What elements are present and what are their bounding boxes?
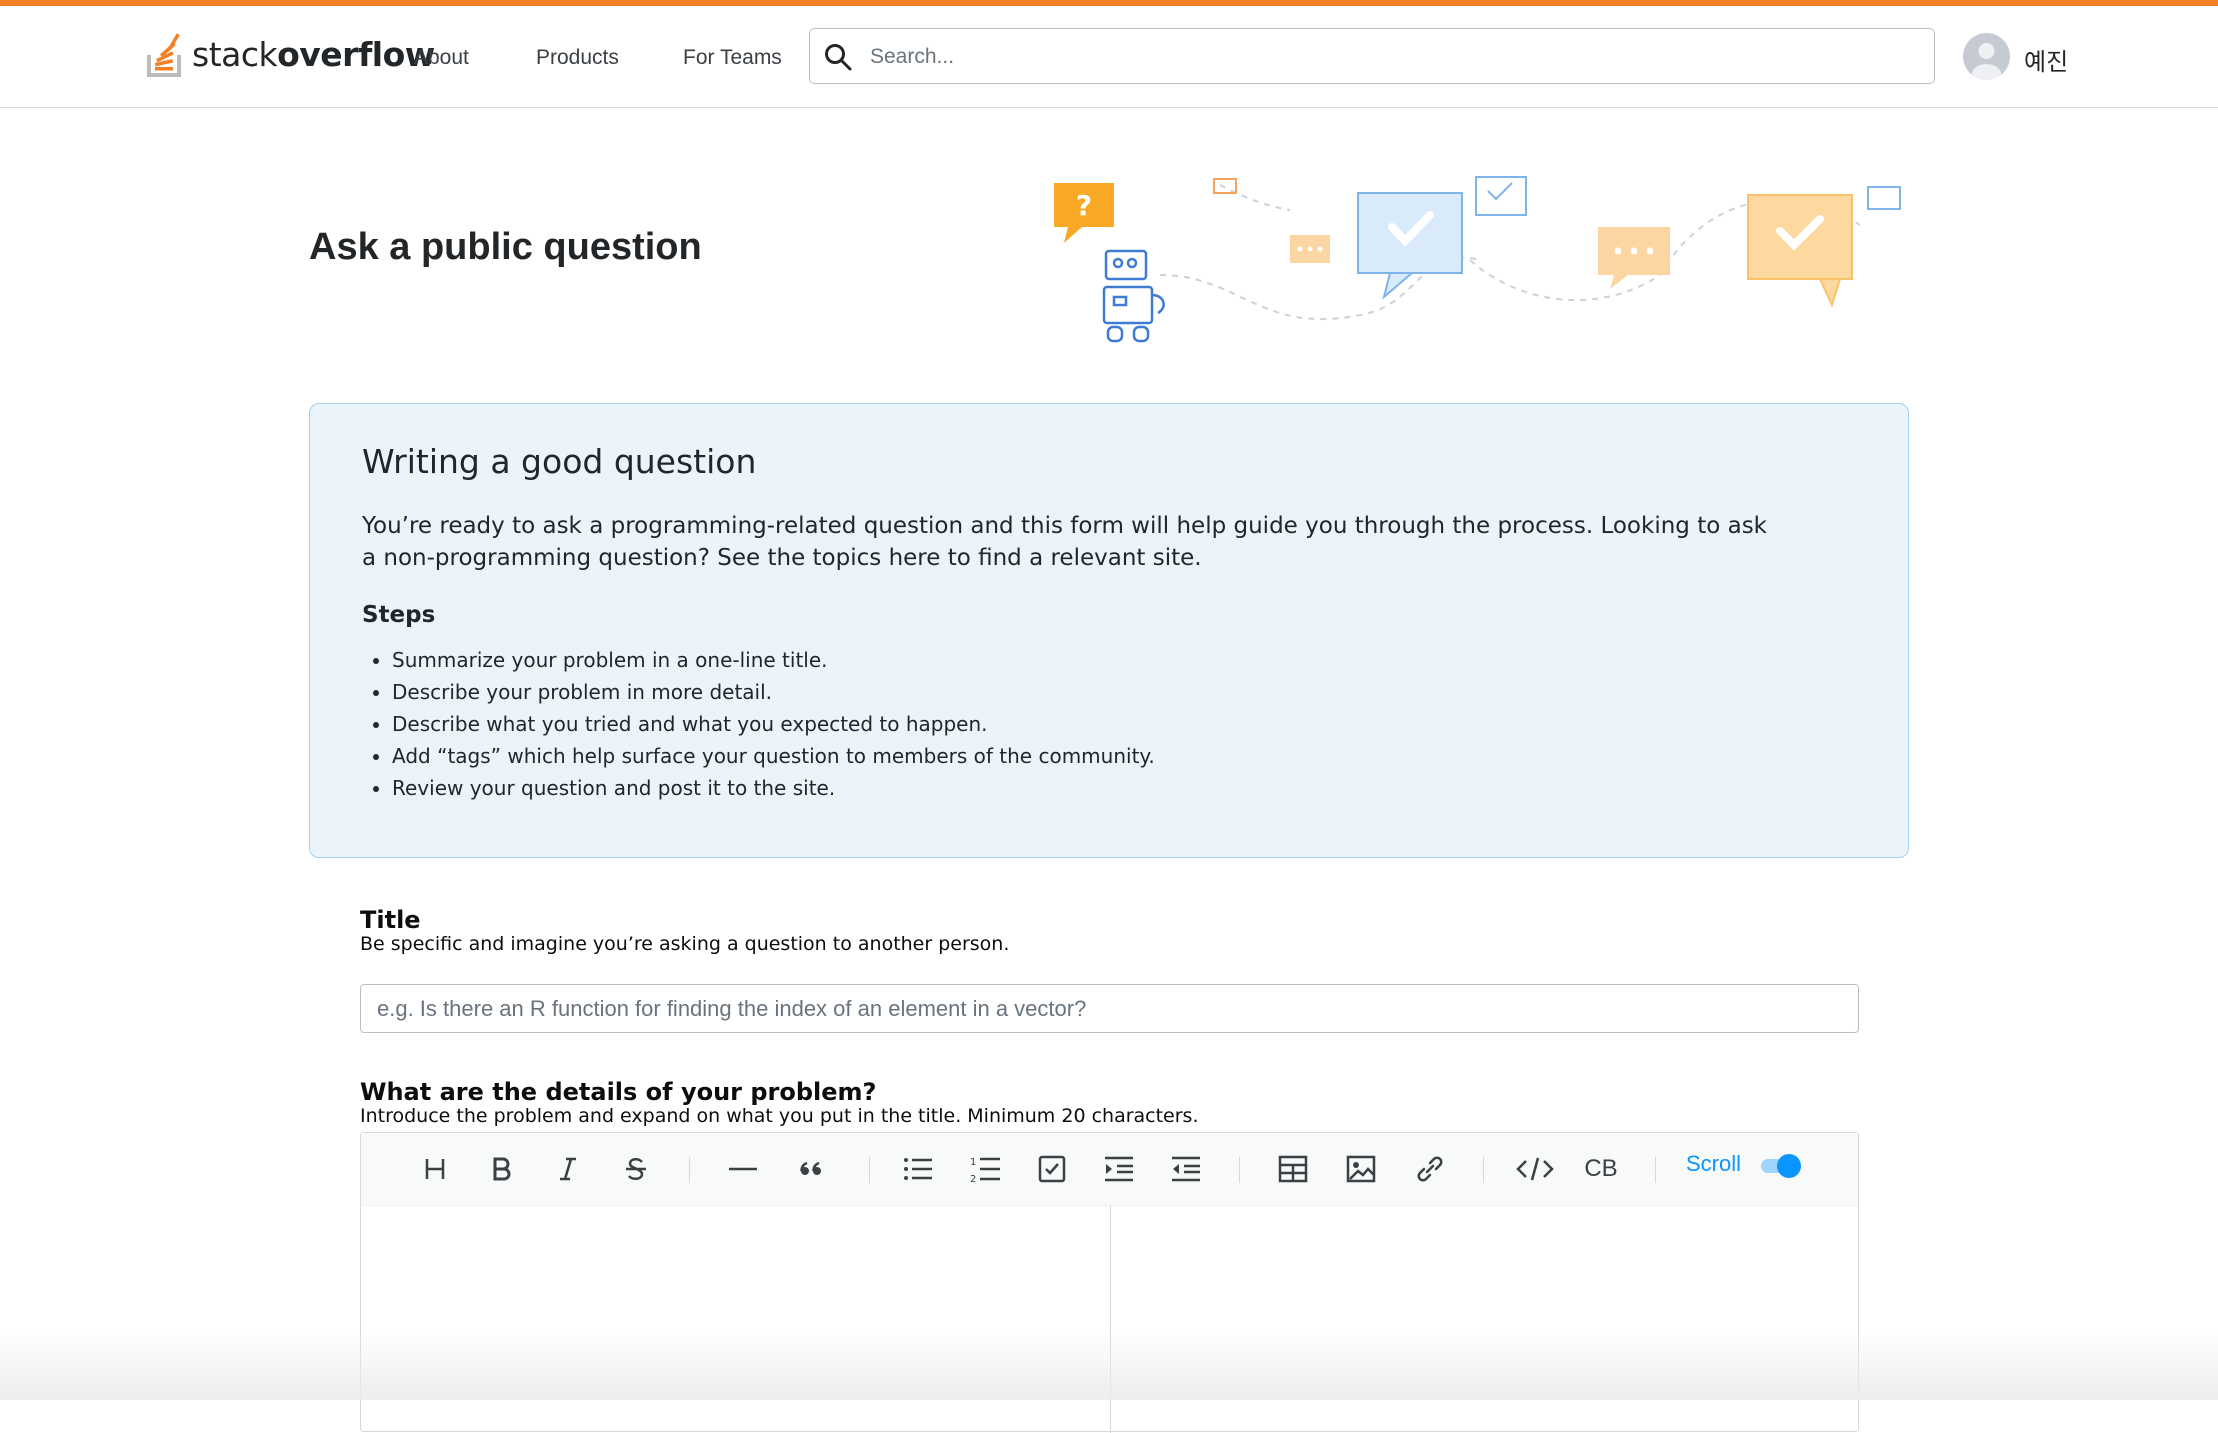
italic-icon	[560, 1157, 576, 1181]
step-item: Summarize your problem in a one-line tit…	[392, 644, 1155, 676]
indent-button[interactable]	[1099, 1149, 1139, 1189]
robot-icon	[1102, 249, 1165, 343]
search-icon	[825, 44, 852, 71]
notice-body: You’re ready to ask a programming-relate…	[362, 513, 1767, 571]
italic-button[interactable]	[548, 1149, 588, 1189]
editor-toolbar: 12 CB Scroll	[361, 1133, 1858, 1206]
code-block-button[interactable]: CB	[1581, 1149, 1621, 1189]
outdent-button[interactable]	[1166, 1149, 1206, 1189]
horizontal-rule-button[interactable]	[723, 1149, 763, 1189]
username[interactable]: 예진	[2024, 42, 2068, 77]
indent-icon	[1105, 1156, 1133, 1182]
toolbar-divider	[1483, 1157, 1484, 1183]
svg-text:1: 1	[970, 1157, 976, 1168]
image-icon	[1346, 1155, 1376, 1183]
toolbar-divider	[1655, 1157, 1656, 1183]
details-label: What are the details of your problem?	[360, 1078, 877, 1106]
svg-text:2: 2	[970, 1174, 976, 1184]
hero-illustration: ?	[1054, 176, 1901, 343]
outdent-icon	[1172, 1156, 1200, 1182]
notice-heading: Writing a good question	[362, 442, 757, 481]
avatar[interactable]	[1963, 33, 2010, 80]
table-button[interactable]	[1273, 1149, 1313, 1189]
page-title: Ask a public question	[309, 226, 702, 268]
bold-icon	[493, 1157, 511, 1181]
steps-heading: Steps	[362, 602, 436, 628]
logo-text-light: stack	[192, 34, 278, 74]
code-block-icon: CB	[1584, 1155, 1618, 1182]
top-navbar: stackoverflow About Products For Teams 예…	[0, 6, 2218, 108]
ellipsis-bubble-outline-icon	[1867, 186, 1901, 210]
code-icon	[1516, 1157, 1554, 1181]
link-button[interactable]	[1409, 1149, 1449, 1189]
checkmark-bubble-outline-icon	[1475, 176, 1527, 216]
stackoverflow-logo-icon	[147, 33, 181, 77]
ellipsis-bubble-orange-icon	[1598, 227, 1670, 289]
blockquote-button[interactable]	[791, 1149, 831, 1189]
step-item: Describe your problem in more detail.	[392, 676, 1155, 708]
strikethrough-icon	[626, 1158, 646, 1180]
code-button[interactable]	[1515, 1149, 1555, 1189]
svg-text:?: ?	[1076, 189, 1092, 222]
horizontal-rule-icon	[729, 1167, 757, 1171]
site-logo[interactable]: stackoverflow	[146, 26, 435, 82]
checkmark-bubble-orange-icon	[1747, 194, 1853, 308]
title-input[interactable]	[360, 984, 1859, 1033]
ellipsis-bubble-small-icon	[1290, 235, 1330, 263]
search-bar	[809, 28, 1935, 84]
link-icon	[1417, 1156, 1443, 1182]
bullet-list-button[interactable]	[898, 1149, 938, 1189]
editor-preview-divider	[1110, 1205, 1111, 1433]
step-item: Review your question and post it to the …	[392, 772, 1155, 804]
numbered-list-button[interactable]: 12	[965, 1149, 1005, 1189]
user-avatar-icon	[1971, 43, 2002, 80]
steps-list: Summarize your problem in a one-line tit…	[362, 644, 1155, 804]
heading-button[interactable]	[415, 1149, 455, 1189]
numbered-list-icon: 12	[970, 1157, 1000, 1184]
checkmark-bubble-blue-icon	[1357, 192, 1463, 300]
toolbar-divider	[1239, 1157, 1240, 1183]
task-list-button[interactable]	[1032, 1149, 1072, 1189]
writing-guide-notice: Writing a good question You’re ready to …	[309, 403, 1909, 858]
bold-button[interactable]	[481, 1149, 521, 1189]
logo-wordmark: stackoverflow	[192, 35, 435, 74]
title-label: Title	[360, 906, 421, 934]
toolbar-divider	[869, 1157, 870, 1183]
strikethrough-button[interactable]	[616, 1149, 656, 1189]
step-item: Add “tags” which help surface your quest…	[392, 740, 1155, 772]
scroll-sync-toggle[interactable]	[1757, 1153, 1801, 1179]
nav-products[interactable]: Products	[536, 46, 619, 70]
bullet-list-icon	[904, 1158, 932, 1180]
logo-text-bold: overflow	[277, 34, 435, 74]
blockquote-icon	[800, 1161, 821, 1175]
nav-about[interactable]: About	[414, 46, 469, 70]
toolbar-divider	[689, 1157, 690, 1183]
title-help-text: Be specific and imagine you’re asking a …	[360, 933, 1010, 955]
table-icon	[1278, 1155, 1308, 1183]
question-bubble-icon: ?	[1054, 183, 1114, 243]
details-help-text: Introduce the problem and expand on what…	[360, 1105, 1199, 1127]
heading-icon	[425, 1159, 445, 1179]
nav-for-teams[interactable]: For Teams	[683, 46, 782, 70]
scroll-sync-label: Scroll	[1686, 1151, 1742, 1176]
step-item: Describe what you tried and what you exp…	[392, 708, 1155, 740]
search-input[interactable]	[868, 39, 1912, 75]
markdown-editor: 12 CB Scroll	[360, 1132, 1859, 1433]
toggle-knob	[1777, 1154, 1801, 1178]
image-button[interactable]	[1341, 1149, 1381, 1189]
task-list-icon	[1038, 1155, 1066, 1183]
